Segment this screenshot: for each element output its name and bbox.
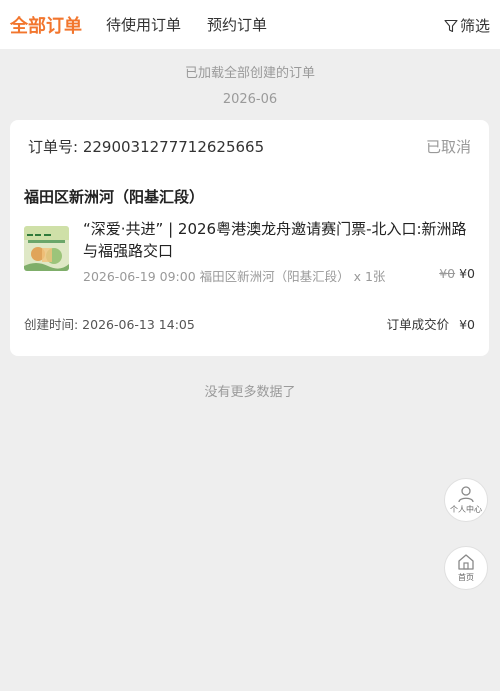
tab-pending-orders[interactable]: 待使用订单 [106,14,181,35]
orders-page: 全部订单 待使用订单 预约订单 筛选 已加载全部创建的订单 2026-06 订单… [0,0,500,691]
deal-price-label: 订单成交价 [386,317,450,332]
home-button[interactable]: 首页 [444,546,488,590]
order-number: 订单号: 2290031277712625665 [28,138,265,156]
deal-price-amount: ¥0 [459,317,475,332]
profile-center-label: 个人中心 [450,505,482,514]
venue-name: 福田区新洲河（阳基汇段） [24,188,205,206]
created-time: 创建时间: 2026-06-13 14:05 [24,317,195,332]
tab-all-orders[interactable]: 全部订单 [10,12,82,38]
home-label: 首页 [458,573,474,582]
loaded-all-hint: 已加载全部创建的订单 [184,66,315,81]
month-group-label: 2026-06 [222,92,278,107]
profile-center-button[interactable]: 个人中心 [444,478,488,522]
tab-booking-orders[interactable]: 预约订单 [207,14,267,35]
current-price: ¥0 [459,266,475,281]
deal-price: 订单成交价 ¥0 [387,314,475,333]
home-icon [458,554,474,570]
order-card[interactable]: 订单号: 2290031277712625665 已取消 福田区新洲河（阳基汇段… [10,120,489,356]
no-more-data-hint: 没有更多数据了 [204,385,296,400]
ticket-meta: 2026-06-19 09:00 福田区新洲河（阳基汇段） x 1张 [83,269,386,284]
order-tabs-header: 全部订单 待使用订单 预约订单 筛选 [0,0,500,49]
filter-icon [444,19,458,32]
event-poster-thumbnail [24,226,69,271]
order-status: 已取消 [425,138,471,156]
filter-button[interactable]: 筛选 [444,15,490,36]
user-icon [458,486,474,503]
filter-label: 筛选 [459,17,490,35]
ticket-title: “深爱·共进” | 2026粤港澳龙舟邀请赛门票-北入口:新洲路与福强路交口 [83,220,467,260]
ticket-price: ¥0 ¥0 [439,266,475,281]
original-price: ¥0 [439,266,456,281]
